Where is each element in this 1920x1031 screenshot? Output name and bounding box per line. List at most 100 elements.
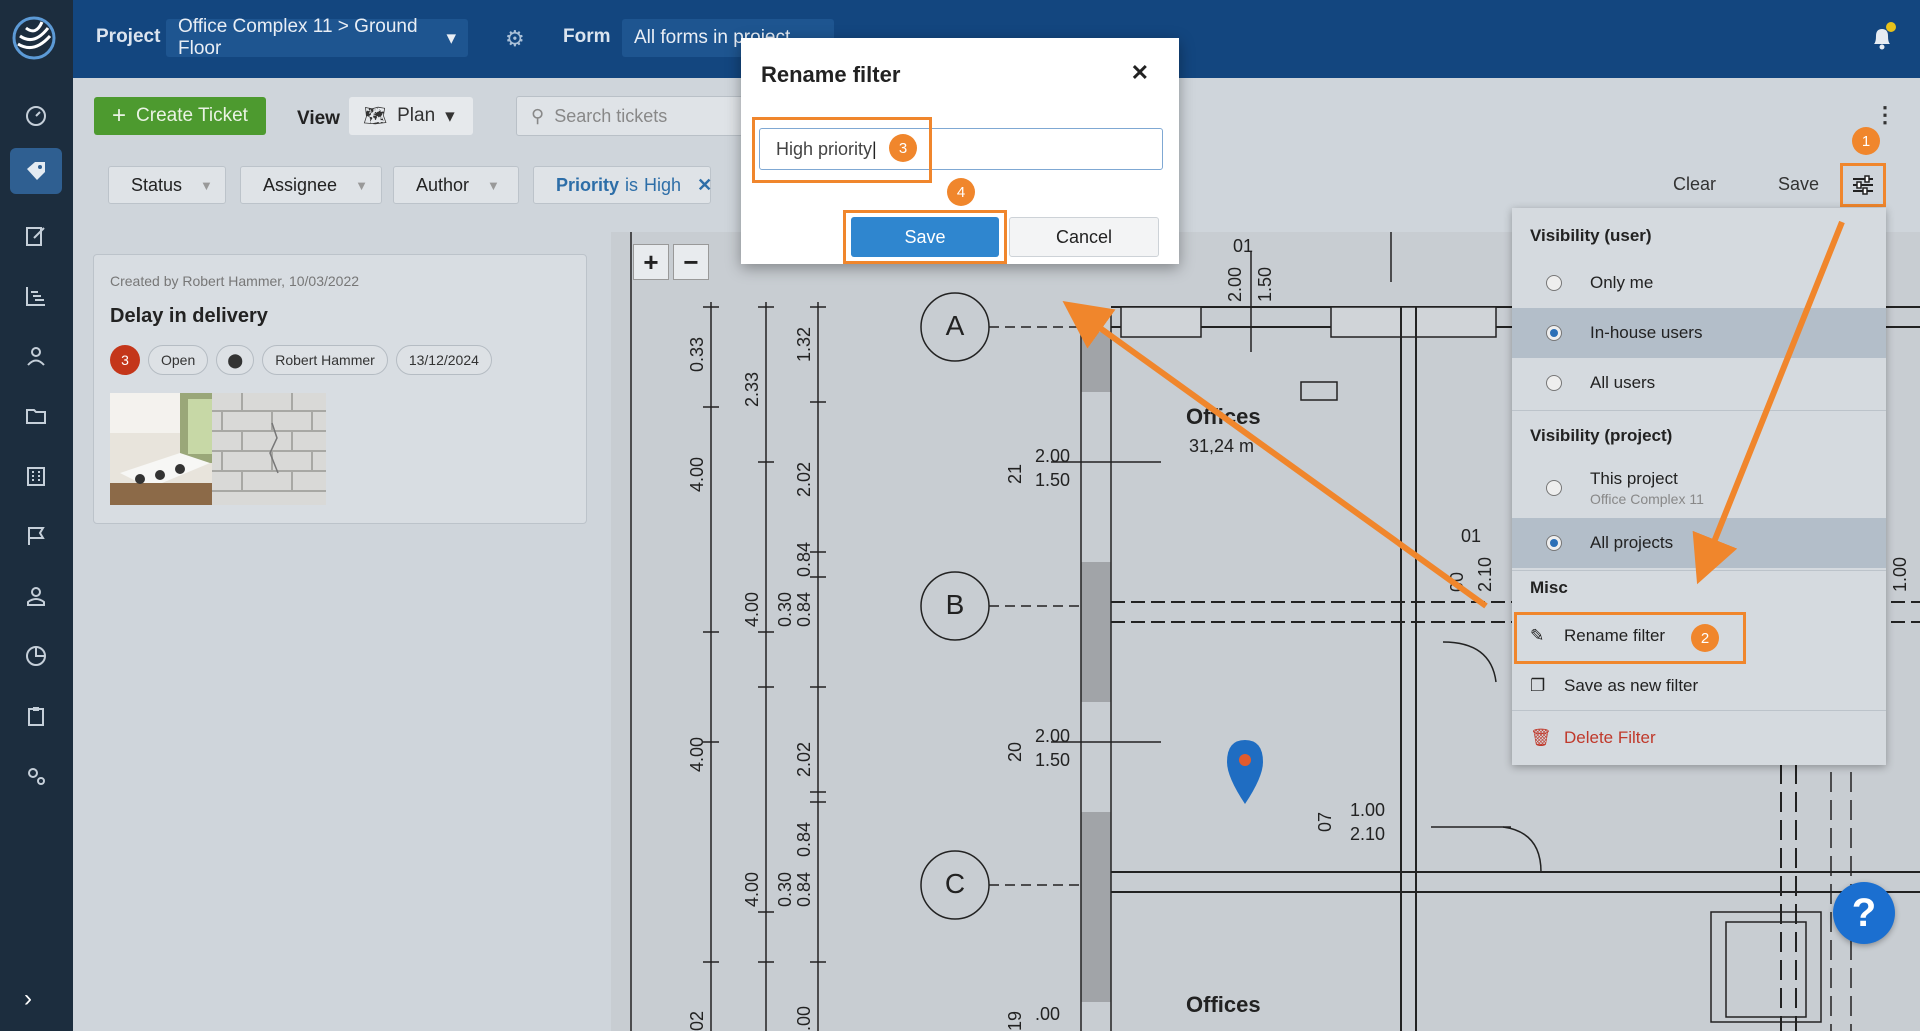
dim-label: 20 — [1005, 742, 1025, 762]
save-filter-button[interactable]: Save — [1778, 174, 1819, 195]
ticket-tags: 3 Open ⬤ Robert Hammer 13/12/2024 — [110, 345, 492, 375]
dim-label: 4.00 — [687, 737, 707, 772]
dim-label: 0.33 — [687, 337, 707, 372]
caret-down-icon: ▼ — [487, 177, 500, 193]
status-badge: Open — [148, 345, 209, 375]
settings-icon[interactable] — [18, 758, 54, 794]
grid-label-a: A — [946, 310, 965, 341]
dim-label: 0.30 — [775, 592, 795, 627]
dim-label: 2.33 — [742, 372, 762, 407]
form-label: Form — [563, 26, 611, 47]
visibility-user-heading: Visibility (user) — [1530, 226, 1652, 245]
save-as-new-filter-item[interactable]: ❐ Save as new filter — [1512, 664, 1886, 708]
building-icon[interactable] — [18, 458, 54, 494]
clear-button[interactable]: Clear — [1673, 174, 1716, 195]
user-icon[interactable] — [18, 578, 54, 614]
delete-filter-item[interactable]: 🗑 Delete Filter — [1512, 716, 1886, 760]
assignee-filter[interactable]: Assignee ▼ — [240, 166, 382, 204]
flag-icon[interactable] — [18, 518, 54, 554]
ticket-meta: Created by Robert Hammer, 10/03/2022 — [110, 273, 360, 289]
location-pin-icon[interactable]: ⬤ — [216, 345, 255, 375]
zoom-out-button[interactable]: − — [673, 244, 709, 280]
save-as-new-label: Save as new filter — [1564, 676, 1699, 695]
dashboard-icon[interactable] — [18, 98, 54, 134]
radio-icon — [1546, 375, 1562, 391]
expand-nav-icon[interactable]: › — [24, 985, 32, 1013]
divider — [1512, 710, 1886, 711]
help-button[interactable]: ? — [1833, 882, 1895, 944]
dim-label: 00 — [1447, 572, 1467, 592]
edit-icon[interactable] — [18, 218, 54, 254]
project-label: Project — [96, 26, 161, 47]
clipboard-icon[interactable] — [18, 698, 54, 734]
dim-label: 1.50 — [1255, 267, 1275, 302]
search-placeholder: Search tickets — [554, 105, 668, 126]
option-all-projects[interactable]: All projects — [1512, 518, 1886, 568]
dim-label: 4.00 — [687, 457, 707, 492]
room-label-offices-2: Offices — [1186, 992, 1261, 1017]
view-selector[interactable]: 🗺 Plan ▾ — [349, 97, 473, 135]
plus-icon: + — [112, 102, 127, 129]
gantt-icon[interactable] — [18, 278, 54, 314]
create-ticket-button[interactable]: + Create Ticket — [94, 97, 266, 135]
worker-icon[interactable] — [18, 338, 54, 374]
dim-label: 1.50 — [1035, 750, 1070, 770]
dim-label: 0.30 — [775, 872, 795, 907]
dim-label: 07 — [1315, 812, 1335, 832]
map-icon: 🗺 — [363, 106, 388, 127]
cancel-button[interactable]: Cancel — [1009, 217, 1159, 257]
option-label: All users — [1590, 373, 1656, 392]
more-options-icon[interactable]: ⋮ — [1874, 102, 1896, 128]
tickets-icon[interactable] — [10, 148, 62, 194]
step-badge-4: 4 — [947, 178, 975, 206]
remove-filter-icon[interactable]: ✕ — [697, 175, 712, 196]
chevron-down-icon: ▾ — [446, 27, 456, 49]
assignee-badge: Robert Hammer — [262, 345, 388, 375]
folder-icon[interactable] — [18, 398, 54, 434]
option-only-me[interactable]: Only me — [1512, 258, 1886, 308]
dim-label: 2.10 — [1475, 557, 1495, 592]
project-selector[interactable]: Office Complex 11 > Ground Floor ▾ — [166, 16, 468, 59]
priority-filter[interactable]: Priority is High ✕ — [533, 166, 712, 204]
author-filter-label: Author — [416, 174, 470, 195]
option-in-house-users[interactable]: In-house users — [1512, 308, 1886, 358]
dim-label: 2.10 — [1350, 824, 1385, 844]
dim-label: 21 — [1005, 464, 1025, 484]
dim-label: 1.00 — [1350, 800, 1385, 820]
option-label: All projects — [1590, 533, 1674, 552]
option-label-group: This project Office Complex 11 — [1590, 469, 1704, 507]
gear-icon[interactable]: ⚙ — [505, 26, 525, 52]
dim-label: 2.00 — [1225, 267, 1245, 302]
room-area: 31,24 m — [1189, 436, 1254, 456]
app-logo-icon[interactable] — [10, 14, 58, 62]
save-highlight — [843, 210, 1007, 264]
grid-label-b: B — [946, 589, 965, 620]
option-this-project[interactable]: This project Office Complex 11 — [1512, 458, 1886, 518]
zoom-in-button[interactable]: + — [633, 244, 669, 280]
divider — [1512, 570, 1886, 571]
ticket-card[interactable]: Created by Robert Hammer, 10/03/2022 Del… — [93, 254, 587, 524]
copy-icon: ❐ — [1530, 676, 1546, 695]
room-label-offices: Offices — [1186, 404, 1261, 429]
dim-label: .00 — [794, 1006, 814, 1031]
dim-label: 0.84 — [794, 872, 814, 907]
status-filter[interactable]: Status ▼ — [108, 166, 226, 204]
project-value: Office Complex 11 > Ground Floor — [178, 16, 418, 59]
author-filter[interactable]: Author ▼ — [393, 166, 519, 204]
date-badge: 13/12/2024 — [395, 345, 492, 375]
photo-thumbnail-wall[interactable] — [212, 393, 326, 505]
dim-label: 2.00 — [1035, 726, 1070, 746]
analytics-icon[interactable] — [18, 638, 54, 674]
create-ticket-label: Create Ticket — [136, 105, 248, 126]
visibility-project-heading: Visibility (project) — [1530, 426, 1673, 445]
option-all-users[interactable]: All users — [1512, 358, 1886, 408]
filter-settings-button[interactable] — [1840, 163, 1886, 207]
photo-thumbnail-room[interactable] — [110, 393, 224, 505]
sliders-icon — [1853, 175, 1873, 195]
assignee-filter-label: Assignee — [263, 174, 338, 195]
divider — [1512, 410, 1886, 411]
close-icon[interactable]: ✕ — [1131, 60, 1149, 86]
grid-label-c: C — [945, 868, 965, 899]
option-label: In-house users — [1590, 323, 1703, 342]
dim-label: 0.84 — [794, 592, 814, 627]
